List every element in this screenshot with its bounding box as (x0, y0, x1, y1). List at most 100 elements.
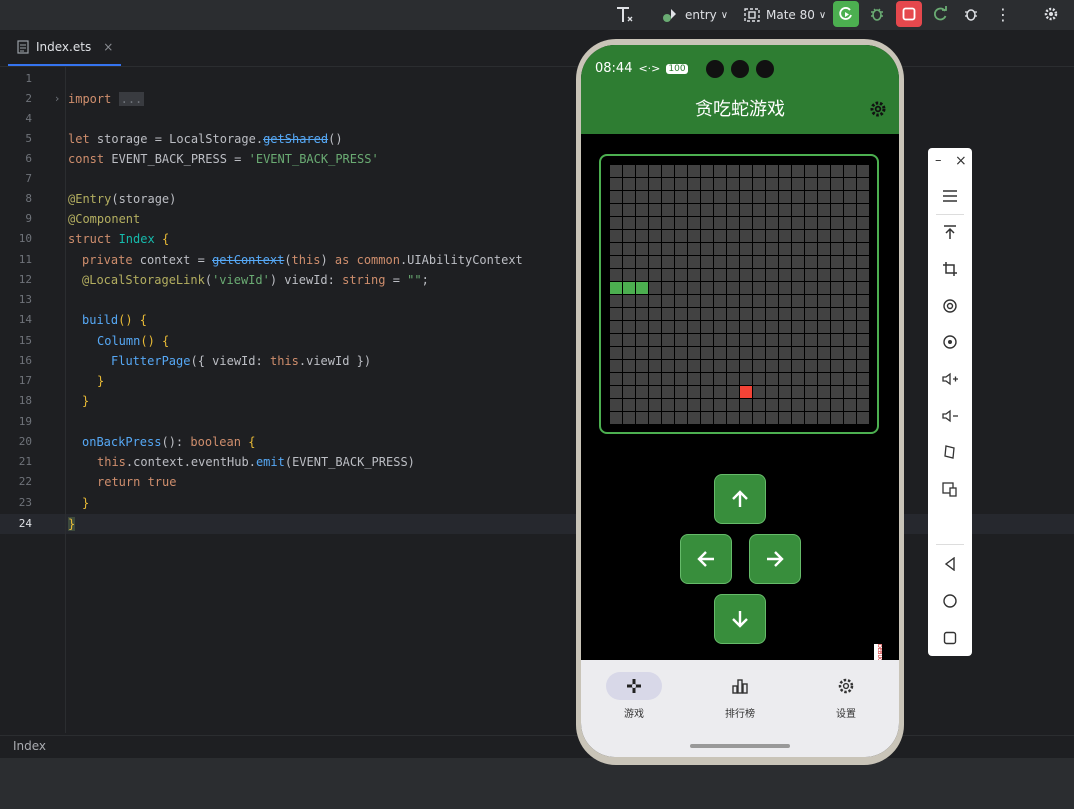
breadcrumb[interactable]: Index (13, 739, 46, 753)
close-icon[interactable]: × (103, 40, 113, 54)
gear-icon (818, 672, 874, 700)
grid-cell (740, 347, 752, 359)
grid-cell (727, 217, 739, 229)
grid-cell (792, 360, 804, 372)
grid-cell (818, 230, 830, 242)
grid-cell (831, 295, 843, 307)
run-button[interactable] (833, 1, 859, 27)
grid-cell (649, 412, 661, 424)
screenshot-icon[interactable] (939, 331, 961, 353)
arrow-down-icon (732, 611, 748, 628)
grid-cell (714, 295, 726, 307)
line-number: 13 (18, 293, 32, 306)
grid-cell (688, 334, 700, 346)
grid-cell (649, 204, 661, 216)
grid-cell (844, 243, 856, 255)
grid-cell (688, 373, 700, 385)
grid-cell (844, 191, 856, 203)
debug-button[interactable] (864, 1, 890, 27)
text-tool-icon[interactable] (614, 4, 636, 26)
grid-cell (818, 256, 830, 268)
grid-cell (805, 282, 817, 294)
grid-cell (649, 282, 661, 294)
home-icon[interactable] (939, 590, 961, 612)
grid-cell (831, 165, 843, 177)
grid-cell (727, 256, 739, 268)
grid-cell (753, 373, 765, 385)
attach-debugger-button[interactable] (958, 1, 984, 27)
volume-up-icon[interactable] (939, 368, 961, 390)
nav-item-leaderboard[interactable]: 排行榜 (710, 672, 770, 720)
crop-icon[interactable] (939, 258, 961, 280)
grid-cell (844, 178, 856, 190)
grid-cell (844, 360, 856, 372)
grid-cell (688, 321, 700, 333)
more-menu-icon[interactable]: ⋮ (990, 1, 1016, 27)
grid-cell (857, 217, 869, 229)
module-selector[interactable]: entry ∨ (662, 4, 728, 26)
grid-cell (610, 334, 622, 346)
grid-cell (831, 269, 843, 281)
grid-cell (649, 243, 661, 255)
down-button[interactable] (714, 594, 766, 644)
device-selector[interactable]: Mate 80 ∨ (743, 4, 826, 26)
stop-button[interactable] (896, 1, 922, 27)
code-line: onBackPress(): boolean { (82, 435, 256, 449)
grid-cell (636, 191, 648, 203)
left-button[interactable] (680, 534, 732, 584)
grid-cell (636, 386, 648, 398)
code-line: @LocalStorageLink('viewId') viewId: stri… (82, 273, 429, 287)
grid-cell (792, 230, 804, 242)
grid-cell (649, 269, 661, 281)
grid-cell (623, 360, 635, 372)
apply-changes-button[interactable] (927, 1, 953, 27)
grid-cell (610, 347, 622, 359)
grid-cell (727, 204, 739, 216)
settings-button[interactable] (1038, 1, 1064, 27)
device-emulator: 08:44 <·> 100 贪吃蛇游戏 DEBUG 游戏 排行榜 设置 (576, 39, 904, 765)
grid-cell (818, 204, 830, 216)
tab-index-ets[interactable]: Index.ets × (8, 30, 122, 66)
multi-device-icon[interactable] (939, 478, 961, 500)
gear-icon[interactable] (869, 100, 887, 122)
home-indicator[interactable] (690, 744, 790, 748)
grid-cell (766, 321, 778, 333)
grid-cell (701, 321, 713, 333)
grid-cell (688, 256, 700, 268)
grid-cell (779, 321, 791, 333)
grid-cell (662, 295, 674, 307)
phone-screen[interactable]: 08:44 <·> 100 贪吃蛇游戏 DEBUG 游戏 排行榜 设置 (581, 45, 899, 757)
game-board[interactable] (599, 154, 879, 434)
code-line: this.context.eventHub.emit(EVENT_BACK_PR… (97, 455, 415, 469)
grid-cell (831, 230, 843, 242)
recents-icon[interactable] (939, 627, 961, 649)
grid-cell (805, 217, 817, 229)
fold-chevron-icon[interactable]: › (55, 92, 59, 105)
grid-cell (623, 217, 635, 229)
grid-cell (688, 243, 700, 255)
tab-label: Index.ets (36, 40, 92, 54)
rotate-icon[interactable] (939, 295, 961, 317)
volume-down-icon[interactable] (939, 405, 961, 427)
grid-cell (740, 399, 752, 411)
line-number: 1 (25, 72, 32, 85)
gutter-divider (65, 67, 66, 733)
right-button[interactable] (749, 534, 801, 584)
menu-icon[interactable] (939, 185, 961, 207)
snake-segment (610, 282, 622, 294)
pin-top-icon[interactable] (939, 221, 961, 243)
up-button[interactable] (714, 474, 766, 524)
nav-item-game[interactable]: 游戏 (604, 672, 664, 720)
minimize-icon[interactable]: – (935, 153, 942, 168)
grid-cell (831, 334, 843, 346)
close-icon[interactable]: × (955, 153, 967, 169)
line-number: 21 (18, 455, 32, 468)
code-editor[interactable]: 1 2 4 5 6 7 8 9 10 11 12 13 14 15 16 17 … (0, 67, 1074, 733)
divider (936, 214, 964, 215)
fold-device-icon[interactable] (939, 441, 961, 463)
nav-item-settings[interactable]: 设置 (816, 672, 876, 720)
grid-cell (740, 204, 752, 216)
back-icon[interactable] (939, 553, 961, 575)
grid-cell (844, 165, 856, 177)
line-number: 5 (25, 132, 32, 145)
